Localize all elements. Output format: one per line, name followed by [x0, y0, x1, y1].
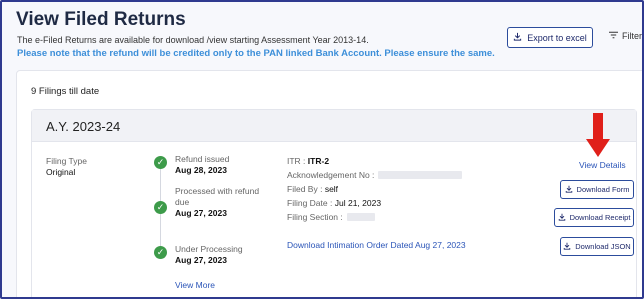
- download-icon: [565, 185, 573, 195]
- filed-by-value: self: [324, 184, 339, 194]
- acknowledgement-row: Acknowledgement No :: [287, 168, 463, 182]
- refund-notice: Please note that the refund will be cred…: [17, 48, 495, 59]
- filing-section-label: Filing Section :: [287, 212, 343, 222]
- step-date: Aug 28, 2023: [175, 165, 227, 175]
- itr-label: ITR :: [287, 156, 306, 166]
- filed-by-row: Filed By : self: [287, 182, 462, 196]
- step-status: Processed with refund: [175, 186, 260, 196]
- download-intimation-order-link[interactable]: Download Intimation Order Dated Aug 27, …: [287, 240, 466, 250]
- download-icon: [558, 213, 566, 223]
- filter-icon: [609, 31, 618, 41]
- step-status: Refund issued: [175, 154, 230, 164]
- step-date: Aug 27, 2023: [175, 255, 227, 265]
- view-more-link[interactable]: View More: [175, 280, 215, 290]
- itr-row: ITR : ITR-2: [287, 154, 462, 168]
- filings-count: 9 Filings till date: [31, 86, 100, 97]
- acknowledgement-label: Acknowledgement No :: [287, 170, 375, 180]
- download-json-button[interactable]: Download JSON: [560, 237, 634, 256]
- filing-type-value: Original: [46, 167, 76, 177]
- download-form-button[interactable]: Download Form: [560, 180, 634, 199]
- filing-date-value: Jul 21, 2023: [334, 198, 382, 208]
- page-frame: View Filed Returns The e-Filed Returns a…: [0, 0, 644, 299]
- filter-button[interactable]: Filter: [609, 31, 642, 41]
- check-circle-icon: ✓: [154, 246, 167, 259]
- step-status: Under Processing: [175, 244, 243, 254]
- assessment-year: A.Y. 2023-24: [46, 119, 121, 134]
- step-status-cont: due: [175, 197, 190, 207]
- filing-date-label: Filing Date :: [287, 198, 333, 208]
- masked-filing-section: [346, 213, 375, 221]
- download-receipt-button[interactable]: Download Receipt: [554, 208, 634, 227]
- timeline-step: Under Processing Aug 27, 2023: [175, 244, 243, 266]
- itr-details: ITR : ITR-2 Acknowledgement No : Filed B…: [287, 154, 463, 224]
- timeline-step: Refund issued Aug 28, 2023: [175, 154, 229, 176]
- filed-by-label: Filed By :: [287, 184, 323, 194]
- red-arrow-down-icon: [586, 113, 610, 157]
- view-details-link[interactable]: View Details: [579, 160, 626, 170]
- download-icon: [513, 32, 522, 43]
- page-subtitle: The e-Filed Returns are available for do…: [17, 35, 369, 45]
- export-to-excel-button[interactable]: Export to excel: [507, 27, 593, 48]
- masked-acknowledgement-number: [378, 171, 463, 179]
- check-circle-icon: ✓: [154, 201, 167, 214]
- page-title: View Filed Returns: [16, 9, 186, 30]
- filing-date-row: Filing Date : Jul 21, 2023: [287, 196, 462, 210]
- download-form-label: Download Form: [576, 185, 630, 194]
- filing-section-row: Filing Section :: [287, 210, 462, 224]
- itr-value: ITR-2: [307, 156, 330, 166]
- download-icon: [563, 242, 571, 252]
- filter-label: Filter: [622, 31, 642, 41]
- check-circle-icon: ✓: [154, 156, 167, 169]
- filing-type-label: Filing Type: [46, 156, 87, 166]
- filings-card: 9 Filings till date A.Y. 2023-24 Filing …: [16, 70, 642, 297]
- download-receipt-label: Download Receipt: [569, 213, 631, 222]
- filing-item: A.Y. 2023-24 Filing Type Original ✓ Refu…: [31, 109, 637, 297]
- step-date: Aug 27, 2023: [175, 208, 227, 218]
- timeline-step: Processed with refund due Aug 27, 2023: [175, 186, 259, 219]
- filing-item-header: A.Y. 2023-24: [32, 110, 636, 142]
- download-json-label: Download JSON: [575, 242, 631, 251]
- export-label: Export to excel: [527, 32, 587, 43]
